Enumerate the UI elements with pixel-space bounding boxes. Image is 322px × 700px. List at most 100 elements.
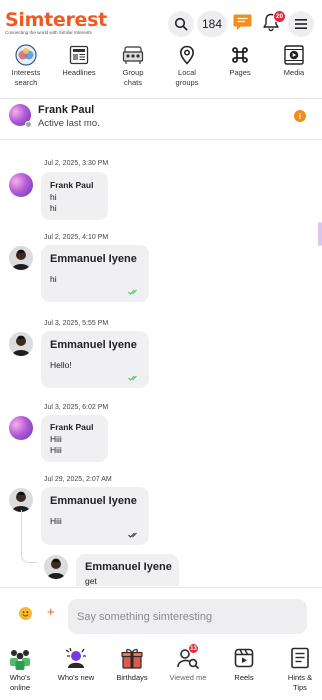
bottom-nav-label: Reels — [234, 673, 254, 682]
divider — [0, 587, 322, 588]
bottom-nav-birthdays[interactable]: Birthdays — [106, 646, 158, 683]
conversation-header[interactable]: Frank Paul Active last mo. i — [0, 100, 322, 136]
nav-label: groups — [175, 78, 199, 87]
nav-label: Interests — [11, 68, 41, 77]
message-bubble[interactable]: Emmanuel Iyene Hiii — [41, 487, 149, 545]
command-icon — [229, 44, 251, 66]
reply-thread-connector — [21, 510, 37, 563]
info-icon[interactable]: i — [294, 110, 306, 122]
app-logo[interactable]: Simterest Connecting the world with Simi… — [5, 10, 107, 35]
avatar[interactable] — [9, 416, 33, 440]
message-bubble[interactable]: Frank Paul hi hi — [41, 172, 108, 220]
message-text: Hello! — [50, 360, 72, 370]
message-text: get — [85, 576, 97, 586]
message-text: Hiii — [50, 445, 62, 455]
search-icon — [174, 17, 188, 31]
message-text: hi — [50, 192, 57, 202]
avatar[interactable] — [9, 488, 33, 512]
bottom-nav-reels[interactable]: Reels — [218, 646, 270, 683]
nav-local-groups[interactable]: Local groups — [165, 44, 209, 88]
message-sender: Emmanuel Iyene — [50, 495, 137, 507]
bottom-nav-label: Birthdays — [116, 673, 148, 682]
avatar[interactable] — [9, 246, 33, 270]
gift-icon — [120, 646, 144, 670]
message-timestamp: Jul 3, 2025, 6:02 PM — [44, 404, 109, 411]
message-sender: Emmanuel Iyene — [85, 561, 172, 573]
messages-button[interactable] — [233, 13, 252, 36]
bottom-nav-label: Who's new — [57, 673, 95, 682]
logo-text: Simterest — [5, 9, 107, 31]
scroll-indicator[interactable] — [318, 222, 322, 246]
bottom-nav: Who's online Who's new Birthdays 13 View… — [0, 640, 322, 700]
reels-icon — [232, 646, 256, 670]
whos-online-icon — [8, 646, 32, 670]
media-play-icon — [283, 44, 305, 66]
avatar[interactable] — [44, 555, 68, 579]
avatar[interactable] — [9, 173, 33, 197]
message-timestamp: Jul 2, 2025, 3:30 PM — [44, 160, 109, 167]
bottom-nav-label: Who's — [9, 673, 31, 682]
nav-label: Group — [122, 68, 144, 77]
message-text: hi — [50, 203, 57, 213]
nav-group-chats[interactable]: Group chats — [111, 44, 155, 88]
bottom-nav-label: online — [9, 683, 31, 692]
read-receipt-icon — [128, 375, 137, 381]
hamburger-menu-icon — [295, 19, 307, 29]
logo-tagline: Connecting the world with Similar Intere… — [5, 30, 92, 35]
search-button[interactable] — [168, 11, 194, 37]
read-receipt-icon — [128, 289, 137, 295]
emoji-button[interactable] — [19, 607, 32, 620]
interests-search-icon — [15, 44, 37, 66]
message-list[interactable]: Jul 2, 2025, 3:30 PM Frank Paul hi hi Ju… — [0, 140, 322, 586]
message-sender: Emmanuel Iyene — [50, 253, 137, 265]
nav-label: Media — [283, 68, 305, 77]
feature-nav: Interests search Headlines Group chats L… — [0, 44, 322, 94]
bottom-nav-label: Hints & — [287, 673, 313, 682]
message-bubble[interactable]: Frank Paul Hiii Hiii — [41, 415, 108, 462]
message-text: Hiii — [50, 516, 62, 526]
nav-media[interactable]: Media — [272, 44, 316, 78]
message-bubble[interactable]: Emmanuel Iyene hi — [41, 245, 149, 302]
nav-label: Pages — [229, 68, 251, 77]
message-input[interactable] — [68, 599, 307, 634]
conversation-name[interactable]: Frank Paul — [38, 104, 94, 116]
hints-tips-icon — [288, 646, 312, 670]
bottom-nav-hints-tips[interactable]: Hints & Tips — [274, 646, 322, 693]
nav-label: chats — [124, 78, 142, 87]
viewed-me-badge: 13 — [188, 643, 199, 654]
message-text: hi — [50, 274, 57, 284]
nav-headlines[interactable]: Headlines — [57, 44, 101, 78]
whos-new-icon — [64, 646, 88, 670]
message-sender: Frank Paul — [50, 422, 94, 432]
composer: + — [0, 590, 322, 638]
message-timestamp: Jul 3, 2025, 5:55 PM — [44, 320, 109, 327]
bottom-nav-label: Viewed me — [169, 673, 207, 682]
location-pin-icon — [176, 44, 198, 66]
nav-label: search — [14, 78, 38, 87]
top-header: Simterest Connecting the world with Simi… — [0, 0, 322, 44]
message-bubble[interactable]: Emmanuel Iyene Hello! — [41, 331, 149, 388]
message-sender: Frank Paul — [50, 180, 94, 190]
newspaper-icon — [68, 44, 90, 66]
menu-button[interactable] — [288, 11, 314, 37]
message-sender: Emmanuel Iyene — [50, 339, 137, 351]
message-bubble[interactable]: Emmanuel Iyene get — [76, 554, 179, 586]
nav-label: Headlines — [62, 68, 96, 77]
nav-interests-search[interactable]: Interests search — [4, 44, 48, 88]
avatar[interactable] — [9, 332, 33, 356]
attach-button[interactable]: + — [47, 605, 55, 619]
group-chats-icon — [122, 44, 144, 66]
conversation-status: Active last mo. — [38, 118, 100, 129]
divider — [0, 98, 322, 99]
bottom-nav-whos-new[interactable]: Who's new — [50, 646, 102, 683]
presence-dot — [25, 121, 32, 128]
message-timestamp: Jul 2, 2025, 4:10 PM — [44, 234, 109, 241]
notifications-badge: 20 — [273, 10, 286, 23]
nav-pages[interactable]: Pages — [218, 44, 262, 78]
bottom-nav-whos-online[interactable]: Who's online — [0, 646, 46, 693]
bottom-nav-viewed-me[interactable]: 13 Viewed me — [162, 643, 214, 683]
points-counter[interactable]: 184 — [197, 11, 227, 37]
emoji-icon — [19, 607, 32, 620]
nav-label: Local — [178, 68, 196, 77]
chat-icon — [233, 14, 252, 30]
